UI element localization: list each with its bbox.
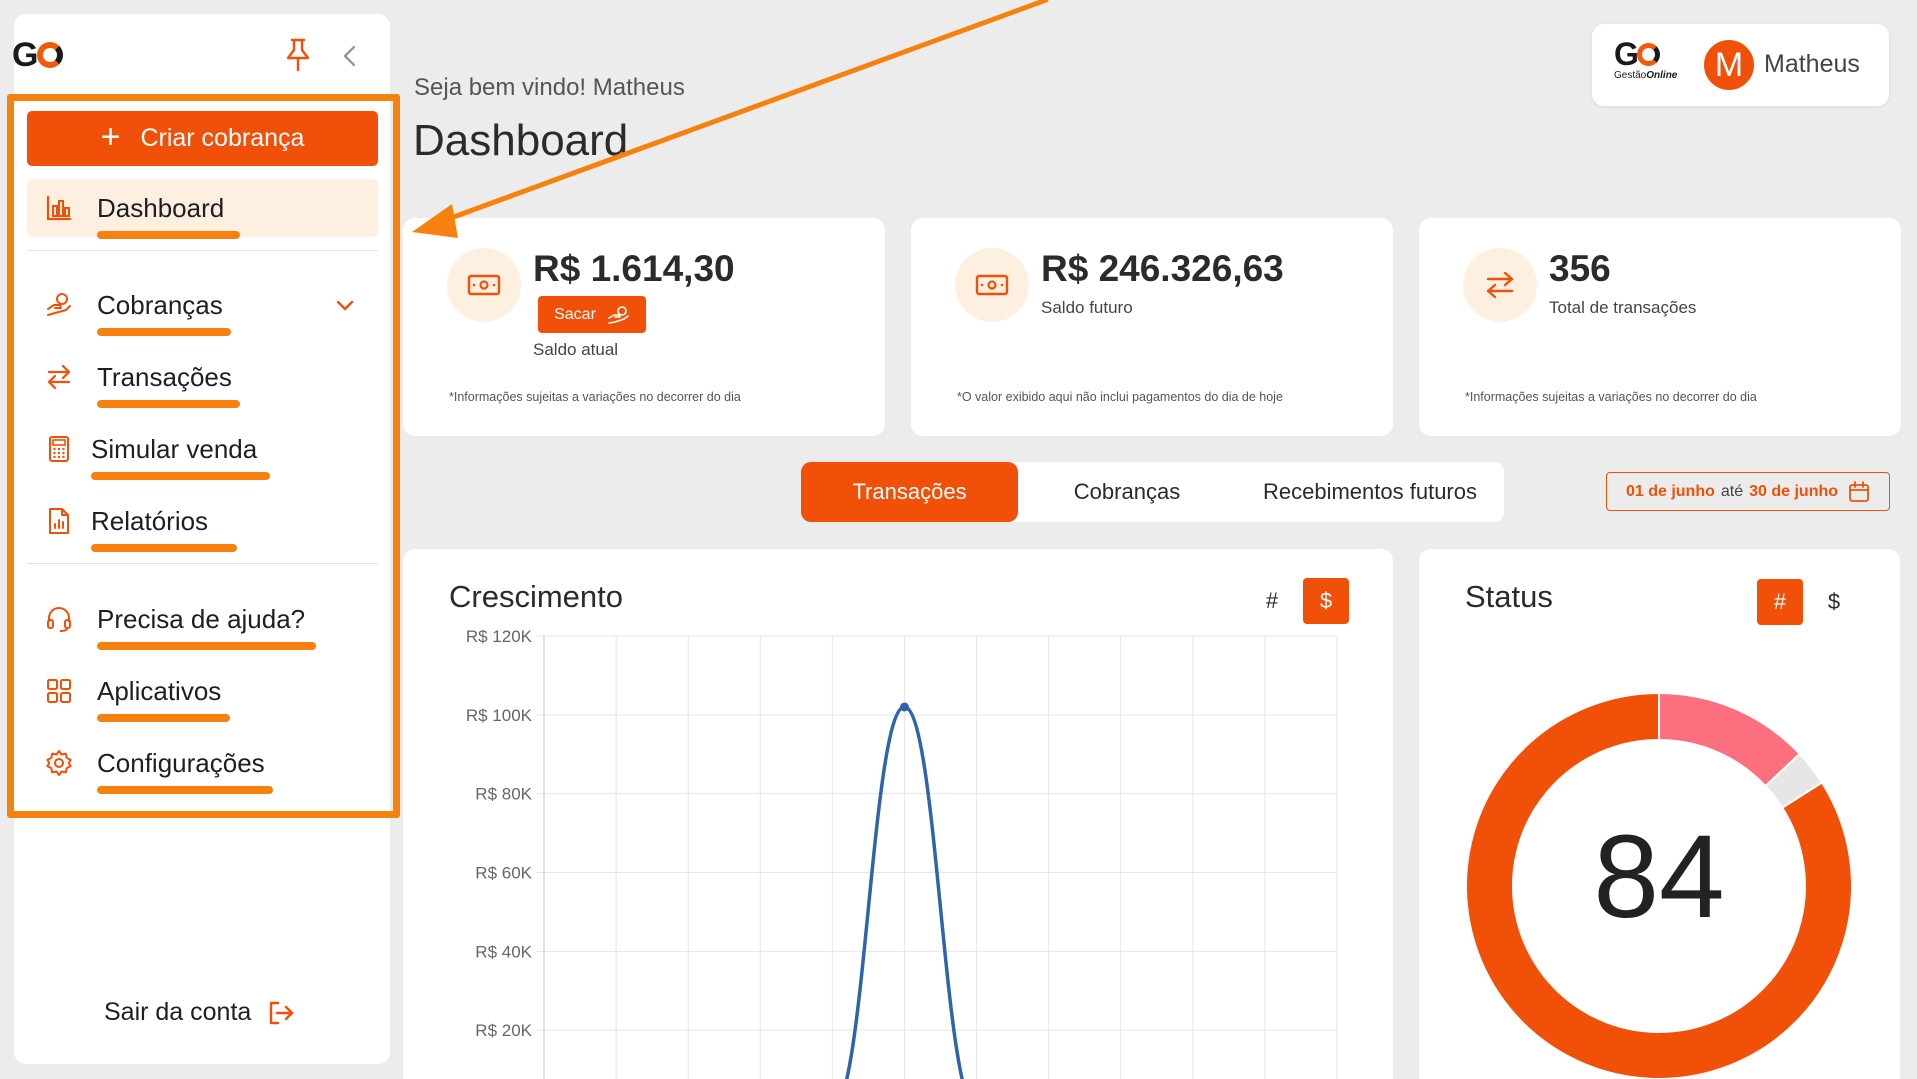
logout-button[interactable]: Sair da conta	[104, 998, 295, 1027]
sidebar-item-label: Configurações	[97, 747, 265, 778]
brand-sub-prefix: Gestão	[1614, 70, 1647, 81]
calendar-icon	[1849, 480, 1869, 502]
sidebar-item-dashboard[interactable]: Dashboard	[27, 179, 378, 239]
sidebar-item-aplicativos[interactable]: Aplicativos	[27, 662, 378, 722]
sidebar-item-label: Transações	[97, 361, 232, 392]
sidebar-item-label: Cobranças	[97, 289, 223, 320]
date-sep: até	[1720, 482, 1744, 500]
hand-coin-icon	[47, 293, 71, 316]
apps-grid-icon	[47, 679, 71, 703]
stat-label: Saldo futuro	[1041, 298, 1133, 317]
tab-recebimentos-futuros[interactable]: Recebimentos futuros	[1236, 462, 1504, 522]
user-card[interactable]: G GestãoOnline M Matheus	[1592, 24, 1889, 106]
gear-icon	[46, 750, 72, 776]
pin-icon[interactable]	[284, 38, 312, 72]
stat-label: Saldo atual	[533, 340, 619, 359]
welcome-text: Seja bem vindo! Matheus	[414, 74, 685, 101]
sidebar-item-label: Precisa de ajuda?	[97, 603, 306, 634]
report-file-icon	[49, 508, 69, 534]
withdraw-label: Sacar	[554, 305, 596, 323]
y-tick-label: R$ 20K	[475, 1021, 532, 1040]
stat-value: 356	[1549, 248, 1611, 289]
status-card: Status # $ 84	[1419, 549, 1900, 1079]
y-tick-label: R$ 40K	[475, 942, 532, 961]
stat-note: *Informações sujeitas a variações no dec…	[1465, 390, 1757, 404]
stat-label: Total de transações	[1549, 298, 1697, 317]
chart-bar-icon	[46, 195, 72, 221]
sidebar-item-simular-venda[interactable]: Simular venda	[27, 420, 378, 480]
stat-value: R$ 246.326,63	[1041, 248, 1284, 289]
growth-chart-card: Crescimento # $ R$ 120K R$ 100K R$ 80K R$ 6…	[403, 549, 1393, 1079]
sidebar-item-ajuda[interactable]: Precisa de ajuda?	[27, 590, 378, 650]
money-icon	[447, 248, 521, 322]
y-tick-label: R$ 80K	[475, 785, 532, 804]
y-tick-label: R$ 60K	[475, 864, 532, 883]
stat-value: R$ 1.614,30	[533, 248, 735, 289]
sidebar-item-label: Aplicativos	[97, 675, 222, 706]
stat-note: *O valor exibido aqui não inclui pagamen…	[957, 390, 1283, 404]
logout-icon	[270, 1001, 294, 1024]
calculator-icon	[49, 436, 69, 462]
sidebar-item-cobrancas[interactable]: Cobranças	[27, 276, 378, 336]
brand-logo: G GestãoOnline	[1614, 36, 1678, 81]
avatar[interactable]: M	[1704, 40, 1754, 90]
sidebar-item-configuracoes[interactable]: Configurações	[27, 734, 378, 794]
user-name[interactable]: Matheus	[1764, 50, 1860, 79]
view-tabs: Transações Cobranças Recebimentos futuro…	[801, 462, 1504, 522]
donut-center-value: 84	[1593, 811, 1725, 943]
donut-slice[interactable]	[1658, 691, 1802, 788]
arrows-exchange-icon	[47, 364, 71, 390]
money-icon	[955, 248, 1029, 322]
arrows-exchange-icon	[1463, 248, 1537, 322]
create-charge-label: Criar cobrança	[140, 124, 305, 152]
stat-card-total-transacoes: 356 Total de transações *Informações suj…	[1419, 218, 1901, 436]
headset-icon	[47, 607, 71, 632]
series-line	[844, 705, 965, 1079]
sidebar-item-relatorios[interactable]: Relatórios	[27, 492, 378, 552]
plus-icon: +	[100, 117, 121, 156]
tab-cobrancas[interactable]: Cobranças	[1018, 462, 1236, 522]
stat-card-saldo-futuro: R$ 246.326,63 Saldo futuro *O valor exib…	[911, 218, 1393, 436]
chevron-left-icon[interactable]	[340, 44, 360, 68]
sidebar-item-transacoes[interactable]: Transações	[27, 348, 378, 408]
app-logo[interactable]: G	[12, 36, 64, 75]
brand-sub-strong: Online	[1646, 70, 1678, 81]
date-start: 01 de junho	[1625, 482, 1715, 500]
y-tick-label: R$ 120K	[466, 627, 533, 646]
sidebar-item-label: Dashboard	[97, 192, 225, 223]
sidebar-item-label: Simular venda	[91, 433, 258, 464]
divider	[27, 250, 378, 251]
chevron-down-icon[interactable]	[334, 294, 356, 316]
logout-label: Sair da conta	[104, 998, 252, 1026]
stat-card-saldo-atual: R$ 1.614,30 Sacar Saldo atual *Informaçõ…	[403, 218, 885, 436]
withdraw-button[interactable]: Sacar	[538, 296, 646, 333]
stat-note: *Informações sujeitas a variações no dec…	[449, 390, 741, 404]
hand-coin-icon	[608, 305, 629, 324]
page-title: Dashboard	[413, 116, 629, 165]
tab-transacoes[interactable]: Transações	[801, 462, 1018, 522]
y-tick-label: R$ 100K	[466, 706, 533, 725]
date-range-picker[interactable]: 01 de junho até 30 de junho	[1606, 472, 1890, 511]
sidebar-item-label: Relatórios	[91, 505, 209, 536]
growth-line-chart: R$ 120K R$ 100K R$ 80K R$ 60K R$ 40K R$ 20K	[466, 627, 1338, 1079]
data-point	[899, 702, 909, 712]
divider	[27, 563, 378, 564]
create-charge-button[interactable]: + Criar cobrança	[27, 111, 378, 166]
date-end: 30 de junho	[1749, 482, 1839, 500]
